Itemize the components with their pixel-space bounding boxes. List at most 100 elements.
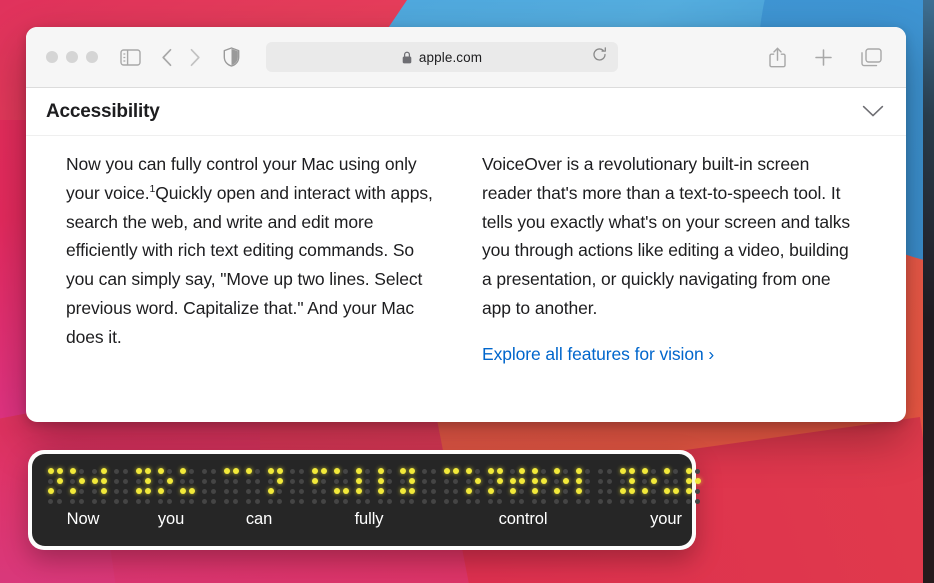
braille-dot [387,488,392,494]
braille-dot [685,468,692,474]
braille-dot [233,488,238,494]
sidebar-toggle-icon[interactable] [120,48,141,66]
explore-vision-features-link[interactable]: Explore all features for vision › [482,344,714,365]
zoom-button[interactable] [86,51,98,63]
braille-dot [509,478,516,484]
braille-display-device: Now you can fully control your [28,450,701,550]
braille-dot [531,478,538,484]
tab-overview-icon[interactable] [861,47,882,67]
braille-cell [508,466,526,506]
voiceover-column: VoiceOver is a revolutionary built-in sc… [482,150,852,365]
braille-word-labels: Now you can fully control your [46,510,682,529]
braille-dot [246,498,251,504]
braille-dot [100,468,107,474]
braille-dot [365,468,370,474]
braille-dot [377,488,384,494]
braille-dot [400,478,405,484]
braille-dot [444,478,449,484]
braille-word-label: you [157,510,185,528]
braille-dot [343,498,348,504]
browser-toolbar: apple.com [26,27,906,88]
braille-dot [518,478,525,484]
braille-dot [496,468,503,474]
braille-dot [607,488,612,494]
braille-dot [563,498,568,504]
forward-button-icon[interactable] [189,48,201,67]
close-button[interactable] [46,51,58,63]
braille-dot [70,498,75,504]
braille-dot [399,488,406,494]
back-button-icon[interactable] [161,48,173,67]
braille-dot [179,488,186,494]
braille-dot [585,468,590,474]
braille-dot [135,488,142,494]
braille-dot [56,468,63,474]
braille-dot [157,468,164,474]
braille-dot [695,498,700,504]
braille-dot [672,488,679,494]
address-bar[interactable]: apple.com [266,42,618,72]
braille-dot [497,498,502,504]
braille-dot [387,498,392,504]
voice-control-text-after: Quickly open and interact with apps, sea… [66,182,433,347]
braille-dot [333,468,340,474]
braille-cell [486,466,504,506]
braille-dot [641,468,648,474]
braille-dot [233,478,238,484]
accessibility-section-header[interactable]: Accessibility [26,88,906,136]
braille-dot [233,498,238,504]
braille-dot [312,498,317,504]
braille-dot [312,488,317,494]
braille-dot [211,478,216,484]
braille-cell [618,466,636,506]
braille-dot [475,468,480,474]
braille-dot [629,498,634,504]
privacy-shield-icon[interactable] [223,47,240,67]
braille-dot [232,468,239,474]
braille-dot [541,488,546,494]
reload-icon[interactable] [592,47,607,67]
braille-dot [540,478,547,484]
braille-dot [277,498,282,504]
braille-dot [466,478,471,484]
braille-dot [673,468,678,474]
braille-dot [246,488,251,494]
braille-dot [157,488,164,494]
braille-dot [69,468,76,474]
braille-dot [686,498,691,504]
braille-dot [488,498,493,504]
share-icon[interactable] [769,47,786,68]
chevron-down-icon[interactable] [862,105,884,118]
braille-dot [475,498,480,504]
braille-dot [400,498,405,504]
braille-dot [694,478,701,484]
new-tab-icon[interactable] [814,48,833,67]
braille-dot [518,468,525,474]
braille-dot [57,498,62,504]
braille-dot [299,478,304,484]
braille-dot [79,498,84,504]
braille-dot [145,498,150,504]
braille-dot [531,468,538,474]
braille-dot [465,488,472,494]
braille-dot [531,488,538,494]
braille-dot [562,478,569,484]
braille-dot [444,488,449,494]
braille-dot [695,468,700,474]
voice-control-column: Now you can fully control your Mac using… [66,150,436,365]
braille-dot [123,468,128,474]
braille-dot [598,488,603,494]
braille-cell [68,466,86,506]
braille-dot [167,498,172,504]
braille-dot [123,498,128,504]
braille-dot [408,478,415,484]
braille-dot [290,498,295,504]
braille-dot [575,488,582,494]
braille-dot [92,468,97,474]
braille-dot [575,468,582,474]
braille-cell [134,466,152,506]
braille-dot [575,478,582,484]
braille-dot [255,498,260,504]
minimize-button[interactable] [66,51,78,63]
braille-dot [365,478,370,484]
